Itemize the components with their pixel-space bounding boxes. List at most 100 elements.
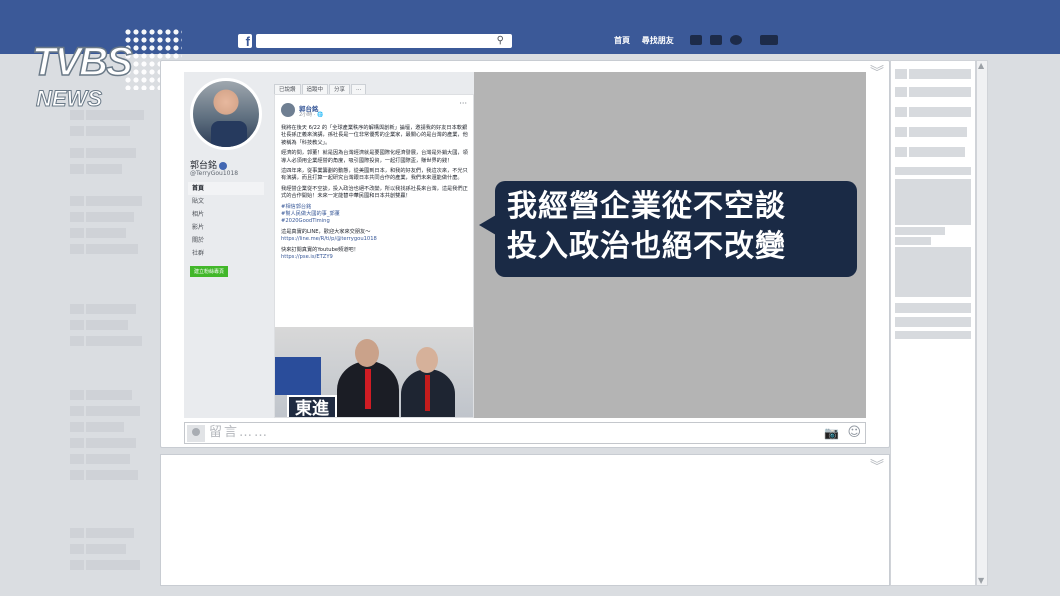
left-skeleton [86, 528, 134, 538]
left-skeleton [86, 422, 124, 432]
image-backdrop-banner [275, 357, 321, 395]
commenter-avatar-icon [187, 425, 205, 442]
left-skeleton [86, 126, 130, 136]
page-scrollbar[interactable]: ▲ ▼ [976, 60, 988, 586]
left-skeleton [86, 406, 140, 416]
left-skeleton [86, 110, 144, 120]
right-skeleton [895, 237, 931, 245]
left-skeleton [70, 454, 84, 464]
left-skeleton [86, 470, 138, 480]
right-skeleton [895, 227, 945, 235]
hashtag-link[interactable]: #相信郭台銘 [281, 204, 469, 211]
right-skeleton [895, 317, 971, 327]
facebook-logo-icon[interactable]: f [238, 34, 252, 49]
left-skeleton [70, 528, 84, 538]
nav-home[interactable]: 首頁 [614, 34, 630, 48]
left-skeleton [86, 438, 136, 448]
right-skeleton [909, 147, 965, 157]
left-skeleton [86, 304, 136, 314]
post-card: 郭台銘 2小時 · 🌐 ··· 我將在後天 6/22 的「全球產業秩序的解構與創… [274, 94, 474, 418]
right-skeleton [895, 69, 907, 79]
page-menu-community[interactable]: 社群 [188, 247, 264, 260]
settings-icon[interactable] [760, 35, 778, 45]
left-skeleton [70, 320, 84, 330]
left-skeleton [70, 438, 84, 448]
news-feed-post-2 [160, 454, 890, 586]
left-skeleton [70, 422, 84, 432]
line-text: 這是真實的LINE，歡迎大家來交朋友～ [281, 228, 371, 235]
right-skeleton [895, 331, 971, 339]
post-body: 我將在後天 6/22 的「全球產業秩序的解構與創新」論壇，邀請我的好友日本軟銀社… [281, 125, 469, 262]
left-skeleton [86, 560, 140, 570]
camera-icon[interactable]: 📷 [824, 426, 839, 440]
right-sidebar [890, 60, 976, 586]
post-author-avatar[interactable] [281, 103, 295, 117]
page-menu-photos[interactable]: 相片 [188, 208, 264, 221]
friends-icon[interactable] [690, 35, 702, 45]
left-skeleton [70, 390, 84, 400]
watermark-line1: TVBS [31, 39, 133, 85]
left-skeleton [70, 212, 84, 222]
right-skeleton [895, 127, 907, 137]
page-menu-videos[interactable]: 影片 [188, 221, 264, 234]
post-paragraph: 經濟的問，郭董！就是因為台灣經濟就是要國際化經濟發展，台灣是外銷大國，領導人必須… [281, 150, 468, 164]
right-skeleton [895, 147, 907, 157]
post-paragraph: 我將在後天 6/22 的「全球產業秩序的解構與創新」論壇，邀請我的好友日本軟銀社… [281, 125, 468, 146]
right-skeleton [909, 127, 967, 137]
left-skeleton [70, 228, 84, 238]
comment-bar: 留言…… 📷 ☺ [184, 422, 866, 444]
left-skeleton [86, 196, 142, 206]
post2-collapse-chevron-icon[interactable]: ︾ [870, 456, 884, 476]
left-skeleton [70, 544, 84, 554]
quote-line-1: 我經營企業從不空談 [507, 189, 786, 224]
search-icon[interactable]: ⚲ [497, 34, 504, 48]
left-skeleton [86, 454, 130, 464]
profile-avatar[interactable] [190, 78, 262, 150]
quote-speech-bubble: 我經營企業從不空談 投入政治也絕不改變 [479, 181, 857, 277]
hashtag-link[interactable]: #2020GoodTiming [281, 218, 469, 225]
post-collapse-chevron-icon[interactable]: ︾ [870, 62, 884, 82]
right-skeleton [895, 167, 971, 175]
right-skeleton [895, 107, 907, 117]
messages-icon[interactable] [710, 35, 722, 45]
left-skeleton [86, 320, 128, 330]
right-skeleton [895, 303, 971, 313]
right-skeleton [895, 87, 907, 97]
left-skeleton [86, 544, 126, 554]
right-skeleton [895, 247, 971, 297]
page-left-menu: 首頁 貼文 相片 影片 關於 社群 [188, 182, 264, 260]
left-skeleton [70, 164, 84, 174]
post-paragraph: 我經營企業從不空談，投入政治也絕不改變，所以我找孫社長來台灣，這是我們正式的合作… [281, 185, 468, 200]
post-image[interactable]: 東進 [275, 327, 473, 417]
create-page-button[interactable]: 建立粉絲專頁 [190, 266, 229, 277]
profile-handle: @TerryGou1018 [190, 170, 239, 177]
verified-badge-icon [219, 161, 228, 170]
nav-find-friends[interactable]: 尋找朋友 [642, 34, 674, 48]
scroll-up-icon[interactable]: ▲ [978, 61, 984, 70]
left-skeleton [70, 196, 84, 206]
page-menu-about[interactable]: 關於 [188, 234, 264, 247]
comment-input[interactable]: 留言…… [209, 423, 269, 443]
embedded-facebook-page-screenshot: 郭台銘 @TerryGou1018 首頁 貼文 相片 影片 關於 社群 建立粉絲… [184, 72, 474, 418]
left-skeleton [70, 110, 84, 120]
left-skeleton [70, 126, 84, 136]
youtube-link[interactable]: https://pse.is/ETZY9 [281, 254, 469, 261]
top-nav: 首頁 尋找朋友 [614, 34, 683, 48]
emoji-icon[interactable]: ☺ [847, 425, 861, 440]
hashtag-link[interactable]: #幫人民做大國的事_郭董 [281, 211, 469, 218]
search-input[interactable]: ⚲ [256, 34, 512, 48]
left-skeleton [70, 406, 84, 416]
post-timestamp[interactable]: 2小時 · 🌐 [299, 111, 323, 118]
watermark-line2: NEWS [36, 86, 103, 112]
left-skeleton [70, 244, 84, 254]
post-options-icon[interactable]: ··· [459, 99, 467, 108]
scroll-down-icon[interactable]: ▼ [978, 576, 984, 585]
left-skeleton [70, 148, 84, 158]
post-paragraph: 這四年來，從事業籌劃的動態，從美國到日本，和我的好友們，我這次來，不光只有演講，… [281, 168, 468, 182]
line-link[interactable]: https://line.me/R/ti/p/@terrygou1018 [281, 236, 469, 243]
image-person-left [337, 339, 399, 417]
page-menu-posts[interactable]: 貼文 [188, 195, 264, 208]
globe-icon[interactable] [730, 35, 742, 45]
quote-line-2: 投入政治也絕不改變 [507, 229, 786, 264]
page-menu-home[interactable]: 首頁 [188, 182, 264, 195]
